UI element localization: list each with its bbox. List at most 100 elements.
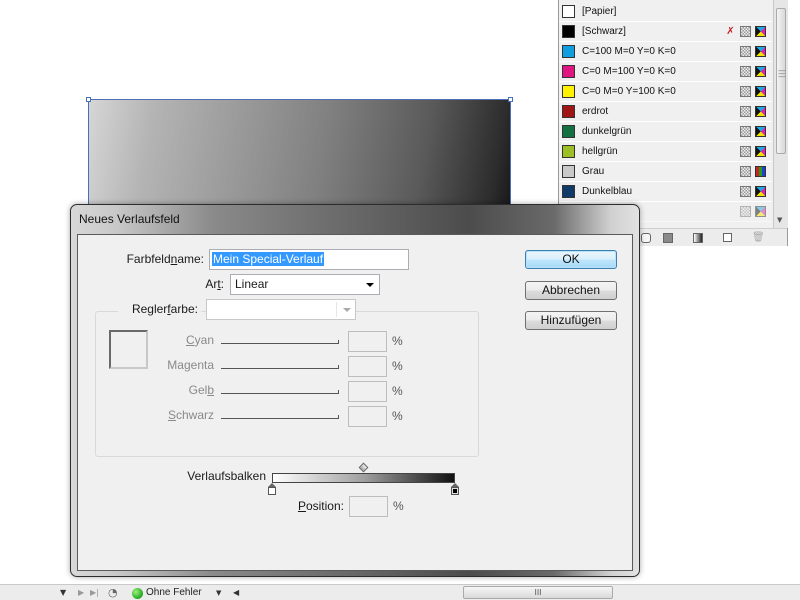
process-tint-icon xyxy=(740,206,751,217)
scroll-left-icon[interactable]: ◀ xyxy=(233,588,239,597)
channel-input-yellow[interactable] xyxy=(348,381,387,402)
gradient-rectangle-frame[interactable] xyxy=(86,97,513,219)
process-tint-icon xyxy=(740,46,751,57)
swatch-row[interactable]: erdrot xyxy=(559,102,772,122)
swatch-name: C=0 M=100 Y=0 K=0 xyxy=(582,66,676,77)
swatch-list-scrollbar[interactable]: — — — ▼ xyxy=(773,0,788,228)
process-tint-icon xyxy=(740,86,751,97)
preflight-ok-icon xyxy=(132,588,143,599)
show-all-swatches-icon[interactable] xyxy=(641,233,651,243)
dialog-title: Neues Verlaufsfeld xyxy=(79,212,180,226)
channel-input-magenta[interactable] xyxy=(348,356,387,377)
swatch-color-chip xyxy=(562,45,575,58)
process-tint-icon xyxy=(740,106,751,117)
swatch-row[interactable]: Grau xyxy=(559,162,772,182)
channel-slider-black[interactable] xyxy=(221,415,339,419)
swatch-row[interactable]: [Papier] xyxy=(559,2,772,22)
type-label: Art: xyxy=(205,277,224,291)
channel-input-black[interactable] xyxy=(348,406,387,427)
channel-label-cyan: Cyan xyxy=(185,333,214,347)
show-gradient-swatches-icon[interactable] xyxy=(693,233,703,243)
cmyk-mode-icon xyxy=(755,206,766,217)
swatch-row[interactable]: [Schwarz] ✗ xyxy=(559,22,772,42)
process-tint-icon xyxy=(740,146,751,157)
percent-sign: % xyxy=(392,359,403,373)
chevron-down-icon xyxy=(343,308,351,312)
channel-slider-magenta[interactable] xyxy=(221,365,339,369)
ok-button[interactable]: OK xyxy=(525,250,617,269)
swatch-icons xyxy=(740,126,766,137)
swatch-icons xyxy=(740,106,766,117)
gradient-midpoint-diamond[interactable] xyxy=(358,462,368,473)
channel-slider-yellow[interactable] xyxy=(221,390,339,394)
swatch-name: C=0 M=0 Y=100 K=0 xyxy=(582,86,676,97)
swatch-row[interactable]: C=0 M=0 Y=100 K=0 xyxy=(559,82,772,102)
swatch-icons: ✗ xyxy=(725,26,766,37)
swatch-name: dunkelgrün xyxy=(582,126,632,137)
swatch-icons xyxy=(740,146,766,157)
last-page-icon[interactable]: ▶| xyxy=(90,588,99,597)
swatch-name: Grau xyxy=(582,166,605,177)
preflight-status[interactable]: Ohne Fehler xyxy=(146,587,202,598)
stop-color-box xyxy=(268,487,276,495)
process-tint-icon xyxy=(740,26,751,37)
swatch-row[interactable]: dunkelgrün xyxy=(559,122,772,142)
add-button[interactable]: Hinzufügen xyxy=(525,311,617,330)
channel-input-cyan[interactable] xyxy=(348,331,387,352)
swatch-color-chip xyxy=(562,65,575,78)
swatch-row[interactable]: Dunkelblau xyxy=(559,182,772,202)
gradient-ramp[interactable] xyxy=(272,473,455,483)
gradient-stop[interactable] xyxy=(451,483,459,495)
swatch-name: [Papier] xyxy=(582,6,617,17)
dropdown-separator xyxy=(336,302,337,317)
cancel-button[interactable]: Abbrechen xyxy=(525,281,617,300)
channel-label-black: Schwarz xyxy=(167,408,214,422)
swatch-row[interactable]: C=0 M=100 Y=0 K=0 xyxy=(559,62,772,82)
channel-slider-cyan[interactable] xyxy=(221,340,339,344)
preflight-profile-icon[interactable]: ◔ xyxy=(108,586,118,599)
position-input[interactable] xyxy=(349,496,388,517)
next-page-icon[interactable]: ▶ xyxy=(78,588,84,597)
process-tint-icon xyxy=(740,166,751,177)
scroll-down-arrow-icon[interactable]: ▼ xyxy=(777,216,782,224)
channel-label-magenta: Magenta xyxy=(167,358,214,372)
status-bar: ▼ ▶ ▶| ◔ Ohne Fehler ▼ ◀ III xyxy=(0,584,800,600)
swatch-row[interactable]: C=100 M=0 Y=0 K=0 xyxy=(559,42,772,62)
frame-handle-top-left[interactable] xyxy=(86,97,91,102)
gradient-stop[interactable] xyxy=(268,483,276,495)
delete-swatch-icon[interactable]: 🗑 xyxy=(752,233,765,243)
swatch-row[interactable]: hellgrün xyxy=(559,142,772,162)
rgb-mode-icon xyxy=(755,166,766,177)
new-swatch-icon[interactable] xyxy=(723,233,732,242)
channel-label-yellow: Gelb xyxy=(188,383,214,397)
preflight-menu-arrow-icon[interactable]: ▼ xyxy=(216,589,221,597)
frame-handle-top-right[interactable] xyxy=(508,97,513,102)
swatch-icons xyxy=(740,206,766,217)
show-color-swatches-icon[interactable] xyxy=(663,233,673,243)
page-dropdown-arrow-icon[interactable]: ▼ xyxy=(60,588,66,597)
swatch-name: C=100 M=0 Y=0 K=0 xyxy=(582,46,676,57)
horizontal-scrollbar-thumb[interactable]: III xyxy=(463,586,613,599)
type-select[interactable]: Linear xyxy=(230,274,380,295)
swatch-color-chip xyxy=(562,105,575,118)
swatch-icons xyxy=(740,66,766,77)
percent-sign: % xyxy=(392,409,403,423)
swatch-color-chip xyxy=(562,25,575,38)
cmyk-mode-icon xyxy=(755,26,766,37)
percent-sign: % xyxy=(393,499,404,513)
gradient-ramp-label: Verlaufsbalken xyxy=(187,469,266,483)
cmyk-mode-icon xyxy=(755,46,766,57)
swatch-name: hellgrün xyxy=(582,146,618,157)
stop-color-label: Reglerfarbe: xyxy=(118,302,201,316)
stop-color-select[interactable] xyxy=(206,299,356,320)
swatch-name-input[interactable]: Mein Special-Verlauf xyxy=(209,249,409,270)
cmyk-mode-icon xyxy=(755,86,766,97)
swatch-icons xyxy=(740,86,766,97)
swatch-list: [Papier] [Schwarz] ✗ C=100 M=0 Y=0 K=0 C=0 M… xyxy=(559,2,772,222)
swatch-icons xyxy=(740,186,766,197)
swatch-color-chip xyxy=(562,145,575,158)
no-edit-pencil-icon: ✗ xyxy=(726,26,735,37)
process-tint-icon xyxy=(740,126,751,137)
scrollbar-thumb[interactable]: — — — xyxy=(776,8,786,154)
swatch-icons xyxy=(740,166,766,177)
